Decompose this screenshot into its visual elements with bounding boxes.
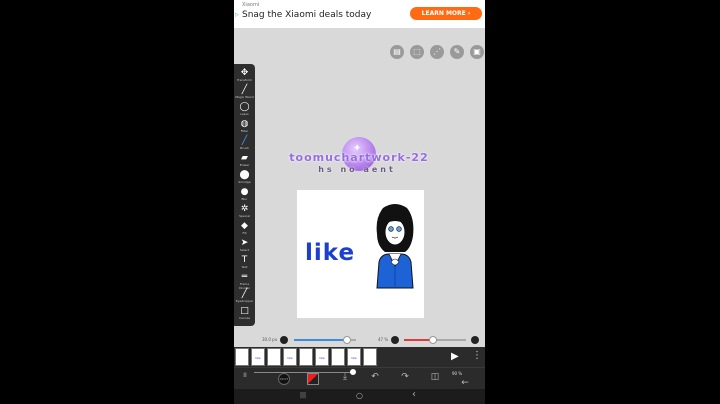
tool-lasso[interactable]: ◯ Lasso	[234, 102, 255, 116]
wand-icon: ╱	[241, 85, 248, 95]
color-swatch[interactable]	[307, 373, 319, 385]
frame-thumb[interactable]	[363, 348, 377, 366]
eyedropper-icon: ╱	[241, 289, 248, 299]
opacity-handle[interactable]	[429, 336, 438, 344]
tool-filter[interactable]: ◍ Filter	[234, 119, 255, 133]
frame-thumb[interactable]	[235, 348, 249, 366]
app-window: ▷ Xiaomi Snag the Xiaomi deals today LEA…	[234, 0, 485, 404]
layers-panel-icon[interactable]: ◫	[428, 372, 442, 382]
play-icon[interactable]: ▶	[451, 351, 459, 362]
tool-text[interactable]: T Text	[234, 255, 255, 269]
tool-canvas[interactable]: □ Canvas	[234, 306, 255, 320]
watermark-label: hs no aent	[318, 165, 396, 174]
frame-thumb[interactable]: like	[251, 348, 265, 366]
ad-brand: Xiaomi	[242, 2, 260, 8]
eraser-icon: ▰	[241, 153, 248, 163]
tool-blur[interactable]: ● Blur	[234, 187, 255, 201]
more-icon[interactable]: ⋮	[472, 350, 482, 361]
canvas-icon: □	[240, 306, 249, 316]
learn-more-button[interactable]: LEARN MORE ›	[410, 7, 482, 20]
brush-size-slider[interactable]	[294, 336, 356, 344]
brush-size-fill	[294, 339, 347, 341]
divider-icon: ═	[241, 272, 248, 282]
tool-eraser[interactable]: ▰ Eraser	[234, 153, 255, 167]
move-icon: ✥	[240, 68, 249, 78]
brush-size-handle[interactable]	[342, 336, 351, 344]
frames-strip: like like like like ▶ ⋮	[234, 347, 485, 367]
watermark-handle: toomuchartwork-22	[289, 151, 429, 164]
canvas-like-text: like	[305, 240, 356, 266]
tool-eyedropper[interactable]: ╱ Eyedropper	[234, 289, 255, 303]
image-icon[interactable]: ▣	[470, 45, 484, 59]
brush-size-button[interactable]: 00:07	[278, 373, 290, 385]
opacity-label: 47 %	[378, 337, 389, 342]
lasso-icon: ◯	[239, 102, 250, 112]
character-drawing	[376, 204, 414, 289]
tool-brush[interactable]: ╱ Brush	[234, 136, 255, 150]
cursor-icon: ➤	[240, 238, 249, 248]
filter-icon: ◍	[240, 119, 249, 129]
timeline-handle[interactable]	[350, 369, 356, 375]
back-arrow-icon[interactable]: ←	[458, 378, 472, 388]
smudge-icon: ⬤	[239, 170, 250, 180]
zoom-indicator: 90 %	[452, 371, 463, 376]
pen-icon[interactable]: ✎	[450, 45, 464, 59]
brush-size-max-dot	[391, 336, 399, 344]
frame-thumb[interactable]	[331, 348, 345, 366]
recent-apps-icon[interactable]: |||	[300, 392, 306, 399]
layers-icon[interactable]: ▤	[390, 45, 404, 59]
tool-special[interactable]: ✲ Special	[234, 204, 255, 218]
brush-settings-bar: 30.0 px 47 %	[234, 333, 485, 347]
drawing-canvas[interactable]: like	[297, 190, 424, 318]
brush-size-label: 30.0 px	[262, 337, 278, 342]
pause-icon[interactable]: II	[238, 372, 252, 379]
opacity-max-dot	[471, 336, 479, 344]
fill-icon: ◆	[241, 221, 248, 231]
snap-icon[interactable]: ⋰	[430, 45, 444, 59]
ad-headline[interactable]: Snag the Xiaomi deals today	[242, 10, 371, 20]
system-navbar: ||| ○ ‹	[234, 389, 485, 404]
ad-banner[interactable]: ▷ Xiaomi Snag the Xiaomi deals today LEA…	[234, 0, 485, 28]
special-icon: ✲	[240, 204, 249, 214]
tool-magic-wand[interactable]: ╱ Magic Wand	[234, 85, 255, 99]
redo-icon[interactable]: ↷	[398, 372, 412, 382]
back-icon[interactable]: ‹	[412, 389, 416, 400]
tool-palette: ✥ Transform ╱ Magic Wand ◯ Lasso ◍ Filter ╱ B…	[234, 64, 255, 326]
frame-thumb[interactable]: like	[315, 348, 329, 366]
brush-icon: ╱	[241, 136, 248, 146]
tool-select[interactable]: ➤ Select	[234, 238, 255, 252]
frame-thumb[interactable]	[299, 348, 313, 366]
brush-size-dot	[280, 336, 288, 344]
frame-thumb[interactable]: like	[347, 348, 361, 366]
tool-smudge[interactable]: ⬤ Smudge	[234, 170, 255, 184]
selection-icon[interactable]: ⬚	[410, 45, 424, 59]
blur-icon: ●	[240, 187, 249, 197]
tool-frame-divider[interactable]: ═ Frame Divider	[234, 272, 255, 290]
opacity-slider[interactable]	[404, 336, 466, 344]
adchoices-icon[interactable]: ▷	[235, 12, 239, 18]
frame-thumb[interactable]	[267, 348, 281, 366]
frame-thumb[interactable]: like	[283, 348, 297, 366]
tool-fill[interactable]: ◆ Fill	[234, 221, 255, 235]
home-icon[interactable]: ○	[356, 391, 363, 400]
tool-transform[interactable]: ✥ Transform	[234, 68, 255, 82]
timeline-track[interactable]	[254, 372, 354, 373]
text-icon: T	[241, 255, 248, 265]
undo-icon[interactable]: ↶	[368, 372, 382, 382]
bottom-toolbar: II 00:07 ⤓ ↶ ↷ ◫ 90 % ←	[234, 367, 485, 390]
chevron-right-icon: ›	[467, 10, 471, 17]
